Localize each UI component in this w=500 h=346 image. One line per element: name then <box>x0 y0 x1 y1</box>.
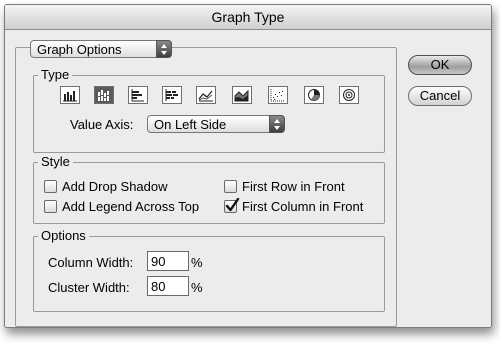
section-popup[interactable]: Graph Options <box>30 40 172 58</box>
add-drop-shadow-checkbox[interactable] <box>44 180 57 193</box>
column-width-label: Column Width: <box>48 255 134 270</box>
value-axis-label: Value Axis: <box>70 117 134 132</box>
grouped-bar-graph-icon[interactable] <box>128 86 148 104</box>
pie-graph-icon[interactable] <box>304 86 324 104</box>
grouped-column-graph-icon[interactable] <box>60 86 80 104</box>
first-row-in-front-label: First Row in Front <box>242 179 345 194</box>
radar-graph-icon[interactable] <box>339 86 359 104</box>
area-graph-icon[interactable] <box>232 86 252 104</box>
first-column-in-front-label: First Column in Front <box>242 199 364 214</box>
first-column-in-front-checkbox[interactable] <box>224 198 240 213</box>
column-width-unit: % <box>191 255 203 270</box>
line-graph-icon[interactable] <box>196 86 216 104</box>
first-row-in-front-checkbox[interactable] <box>224 180 237 193</box>
popup-arrows-icon <box>156 40 172 58</box>
stacked-column-graph-icon[interactable] <box>94 86 114 104</box>
graph-type-dialog: Graph Type Graph Options Type Value Axis… <box>4 4 492 328</box>
title-bar[interactable]: Graph Type <box>5 5 491 30</box>
section-popup-value: Graph Options <box>37 42 122 57</box>
scatter-graph-icon[interactable] <box>268 86 288 104</box>
options-group <box>33 236 385 312</box>
dialog-content: Graph Options Type Value Axis: On Left S… <box>5 30 491 327</box>
cluster-width-unit: % <box>191 280 203 295</box>
stacked-bar-graph-icon[interactable] <box>162 86 182 104</box>
type-group-title: Type <box>38 67 73 82</box>
ok-button[interactable]: OK <box>408 55 472 75</box>
popup-arrows-icon <box>269 115 285 133</box>
add-legend-across-top-label: Add Legend Across Top <box>62 199 200 214</box>
value-axis-popup[interactable]: On Left Side <box>147 115 285 133</box>
cluster-width-label: Cluster Width: <box>48 280 130 295</box>
checkmark-icon <box>225 198 240 212</box>
cluster-width-input[interactable] <box>147 276 189 296</box>
value-axis-popup-value: On Left Side <box>154 117 227 132</box>
column-width-input[interactable] <box>147 251 189 271</box>
style-group-title: Style <box>38 154 73 169</box>
add-legend-across-top-checkbox[interactable] <box>44 200 57 213</box>
options-group-title: Options <box>38 228 89 243</box>
dialog-title: Graph Type <box>211 9 285 25</box>
add-drop-shadow-label: Add Drop Shadow <box>62 179 168 194</box>
cancel-button[interactable]: Cancel <box>408 86 472 106</box>
